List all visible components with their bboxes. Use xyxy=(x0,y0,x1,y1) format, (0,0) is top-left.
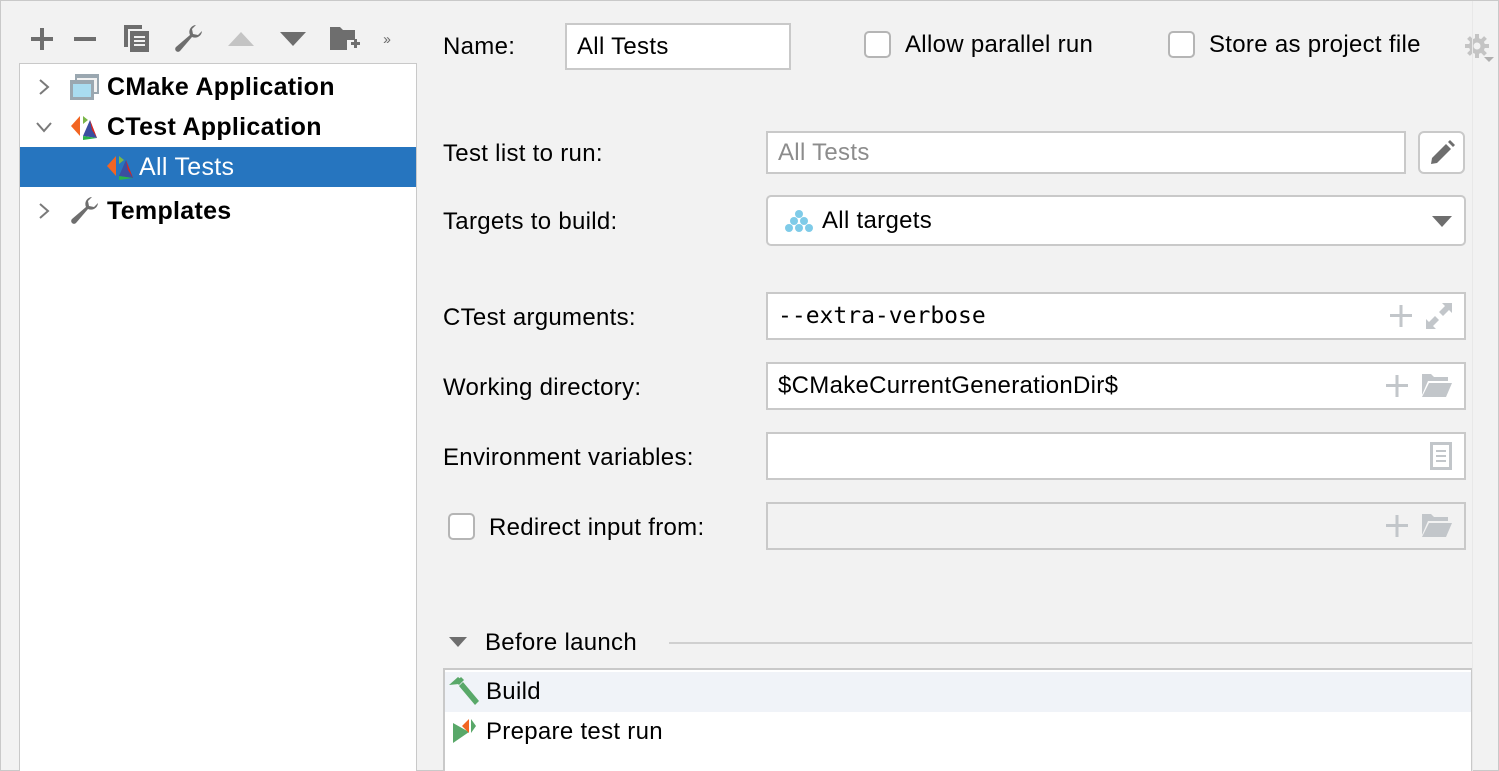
redirect-input-label[interactable]: Redirect input from: xyxy=(489,514,704,542)
edit-test-list-button[interactable] xyxy=(1418,131,1465,174)
before-launch-item-prepare-test[interactable]: Prepare test run xyxy=(445,712,1471,752)
working-dir-value: $CMakeCurrentGenerationDir$ xyxy=(778,372,1119,399)
wrench-icon xyxy=(71,197,98,224)
insert-macro-icon[interactable] xyxy=(1390,305,1412,327)
dropdown-arrow-icon xyxy=(1432,216,1452,227)
working-dir-label: Working directory: xyxy=(443,374,642,401)
triangle-up-icon xyxy=(228,32,254,46)
targets-label: Targets to build: xyxy=(443,208,618,235)
config-tree[interactable]: CMake Application CTest Application All … xyxy=(19,63,417,771)
tree-item-label: All Tests xyxy=(139,152,235,181)
test-list-label: Test list to run: xyxy=(443,140,603,167)
allow-parallel-label[interactable]: Allow parallel run xyxy=(905,31,1093,59)
chevron-down-icon[interactable] xyxy=(34,117,54,137)
run-configurations-dialog: ›› CMake Application CTest Application A… xyxy=(0,0,1499,771)
edit-templates-button[interactable] xyxy=(163,23,215,55)
targets-dropdown[interactable]: All targets xyxy=(766,195,1466,246)
expand-icon[interactable] xyxy=(1426,303,1452,329)
before-launch-item-label: Build xyxy=(486,678,541,705)
wrench-icon xyxy=(175,25,202,52)
ctest-args-value: --extra-verbose xyxy=(778,303,986,329)
tree-item-label: Templates xyxy=(107,196,232,225)
store-project-file-label[interactable]: Store as project file xyxy=(1209,31,1421,59)
before-launch-item-build[interactable]: Build xyxy=(445,672,1471,712)
minus-icon xyxy=(74,37,96,41)
name-input[interactable]: All Tests xyxy=(565,23,791,70)
copy-icon xyxy=(124,25,149,52)
plus-icon xyxy=(31,28,53,50)
folder-open-icon[interactable] xyxy=(1422,374,1452,398)
insert-macro-icon[interactable] xyxy=(1386,515,1408,537)
redirect-input-checkbox[interactable] xyxy=(448,513,475,540)
section-divider xyxy=(669,642,1472,644)
prepare-test-icon xyxy=(453,719,476,743)
test-list-input[interactable]: All Tests xyxy=(766,131,1406,174)
store-project-file-checkbox[interactable] xyxy=(1168,31,1195,58)
document-icon[interactable] xyxy=(1430,442,1452,470)
tree-item-label: CTest Application xyxy=(107,112,322,141)
insert-macro-icon[interactable] xyxy=(1386,375,1408,397)
folder-open-icon[interactable] xyxy=(1422,514,1452,538)
name-label: Name: xyxy=(443,33,516,60)
tree-item-cmake-application[interactable]: CMake Application xyxy=(20,67,416,107)
build-hammer-icon xyxy=(449,677,479,705)
targets-icon xyxy=(785,209,813,232)
pencil-icon xyxy=(1430,139,1455,164)
config-toolbar: ›› xyxy=(29,23,401,55)
collapse-triangle-icon[interactable] xyxy=(449,637,467,648)
panel-edge xyxy=(1472,1,1473,771)
move-up-button[interactable] xyxy=(215,23,267,55)
ctest-args-label: CTest arguments: xyxy=(443,304,636,331)
env-vars-label: Environment variables: xyxy=(443,444,694,471)
tree-item-ctest-application[interactable]: CTest Application xyxy=(20,107,416,147)
name-value: All Tests xyxy=(577,32,669,60)
tree-item-label: CMake Application xyxy=(107,72,335,101)
ctest-icon xyxy=(107,156,133,180)
folder-plus-icon xyxy=(330,27,360,50)
remove-config-button[interactable] xyxy=(59,23,111,55)
ctest-icon xyxy=(71,116,97,140)
add-config-button[interactable] xyxy=(29,23,59,55)
before-launch-title[interactable]: Before launch xyxy=(485,629,637,657)
ctest-args-input[interactable]: --extra-verbose xyxy=(766,292,1466,340)
tree-item-templates[interactable]: Templates xyxy=(20,191,416,231)
allow-parallel-checkbox[interactable] xyxy=(864,31,891,58)
triangle-down-icon xyxy=(280,32,306,46)
test-list-placeholder: All Tests xyxy=(778,138,870,166)
more-actions-button[interactable]: ›› xyxy=(371,23,401,55)
chevron-right-icon[interactable] xyxy=(34,201,54,221)
cmake-app-icon xyxy=(70,74,99,100)
copy-config-button[interactable] xyxy=(111,23,163,55)
before-launch-item-label: Prepare test run xyxy=(486,718,663,745)
redirect-input-field[interactable] xyxy=(766,502,1466,550)
gear-icon[interactable] xyxy=(1464,33,1494,63)
before-launch-list[interactable]: Build Prepare test run xyxy=(443,668,1473,771)
move-down-button[interactable] xyxy=(267,23,319,55)
working-dir-input[interactable]: $CMakeCurrentGenerationDir$ xyxy=(766,362,1466,410)
targets-value: All targets xyxy=(822,206,933,234)
chevron-right-icon[interactable] xyxy=(34,77,54,97)
new-folder-button[interactable] xyxy=(319,23,371,55)
tree-item-all-tests[interactable]: All Tests xyxy=(20,147,416,187)
env-vars-input[interactable] xyxy=(766,432,1466,480)
